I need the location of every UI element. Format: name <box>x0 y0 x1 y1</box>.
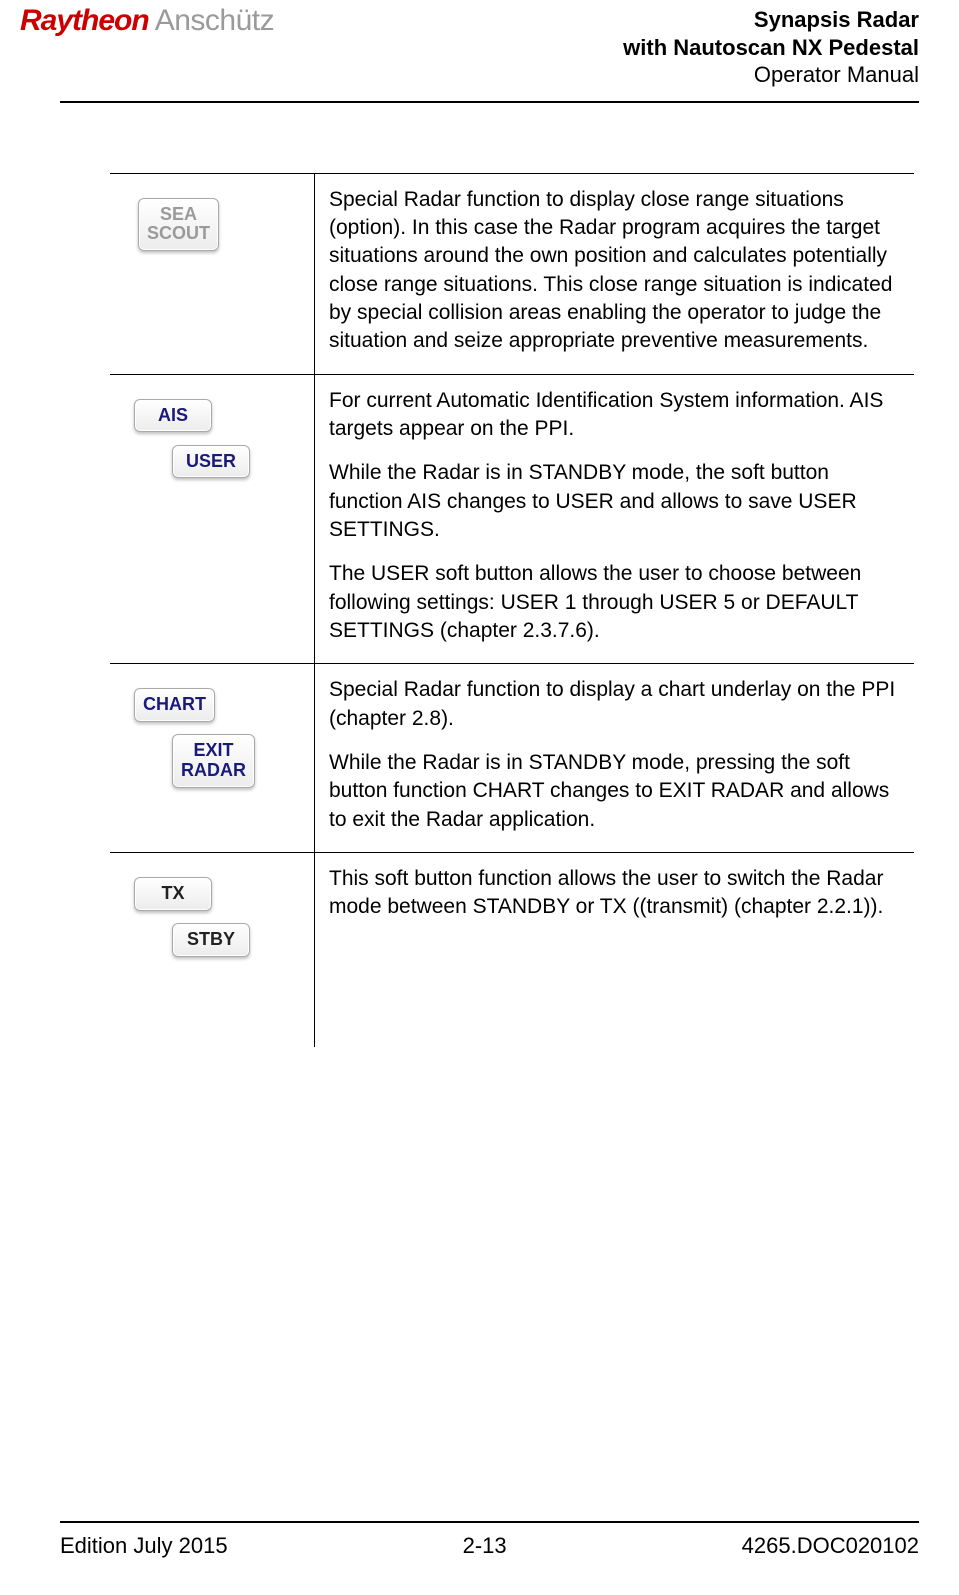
description-cell: Special Radar function to display close … <box>315 173 915 374</box>
footer-page-number: 2-13 <box>463 1533 507 1559</box>
stby-button: STBY <box>172 923 250 957</box>
footer-edition: Edition July 2015 <box>60 1533 228 1559</box>
sea-scout-button: SEA SCOUT <box>138 198 219 252</box>
button-cell: TX STBY <box>110 853 315 1048</box>
description-text: While the Radar is in STANDBY mode, pres… <box>329 749 908 834</box>
description-text: Special Radar function to display close … <box>329 186 908 356</box>
tx-button: TX <box>134 877 212 911</box>
description-text: For current Automatic Identification Sys… <box>329 387 908 444</box>
chart-button: CHART <box>134 688 215 722</box>
footer-doc-id: 4265.DOC020102 <box>742 1533 919 1559</box>
user-button: USER <box>172 445 250 479</box>
description-cell: This soft button function allows the use… <box>315 853 915 1048</box>
table-row: AIS USER For current Automatic Identific… <box>110 374 914 664</box>
page: Raytheon Anschütz Synapsis Radar with Na… <box>0 4 959 1595</box>
brand-raytheon: Raytheon <box>20 4 149 38</box>
exit-radar-button: EXIT RADAR <box>172 734 255 788</box>
title-line-1: Synapsis Radar <box>623 6 919 34</box>
description-text: While the Radar is in STANDBY mode, the … <box>329 459 908 544</box>
footer-rule <box>60 1521 919 1523</box>
ais-button: AIS <box>134 399 212 433</box>
button-cell: AIS USER <box>110 374 315 664</box>
button-cell: SEA SCOUT <box>110 173 315 374</box>
title-line-2: with Nautoscan NX Pedestal <box>623 34 919 62</box>
description-cell: Special Radar function to display a char… <box>315 664 915 853</box>
brand-anschutz: Anschütz <box>155 4 274 38</box>
description-text: The USER soft button allows the user to … <box>329 560 908 645</box>
table-row: CHART EXIT RADAR Special Radar function … <box>110 664 914 853</box>
page-footer: Edition July 2015 2-13 4265.DOC020102 <box>60 1521 919 1559</box>
button-cell: CHART EXIT RADAR <box>110 664 315 853</box>
document-title: Synapsis Radar with Nautoscan NX Pedesta… <box>623 6 919 89</box>
function-table: SEA SCOUT Special Radar function to disp… <box>110 173 914 1048</box>
content-area: SEA SCOUT Special Radar function to disp… <box>0 103 959 1048</box>
table-row: TX STBY This soft button function allows… <box>110 853 914 1048</box>
table-row: SEA SCOUT Special Radar function to disp… <box>110 173 914 374</box>
brand-logo: Raytheon Anschütz <box>20 4 274 38</box>
description-text: Special Radar function to display a char… <box>329 676 908 733</box>
page-header: Raytheon Anschütz Synapsis Radar with Na… <box>0 4 959 89</box>
description-text: This soft button function allows the use… <box>329 865 908 922</box>
description-cell: For current Automatic Identification Sys… <box>315 374 915 664</box>
title-line-3: Operator Manual <box>623 61 919 89</box>
